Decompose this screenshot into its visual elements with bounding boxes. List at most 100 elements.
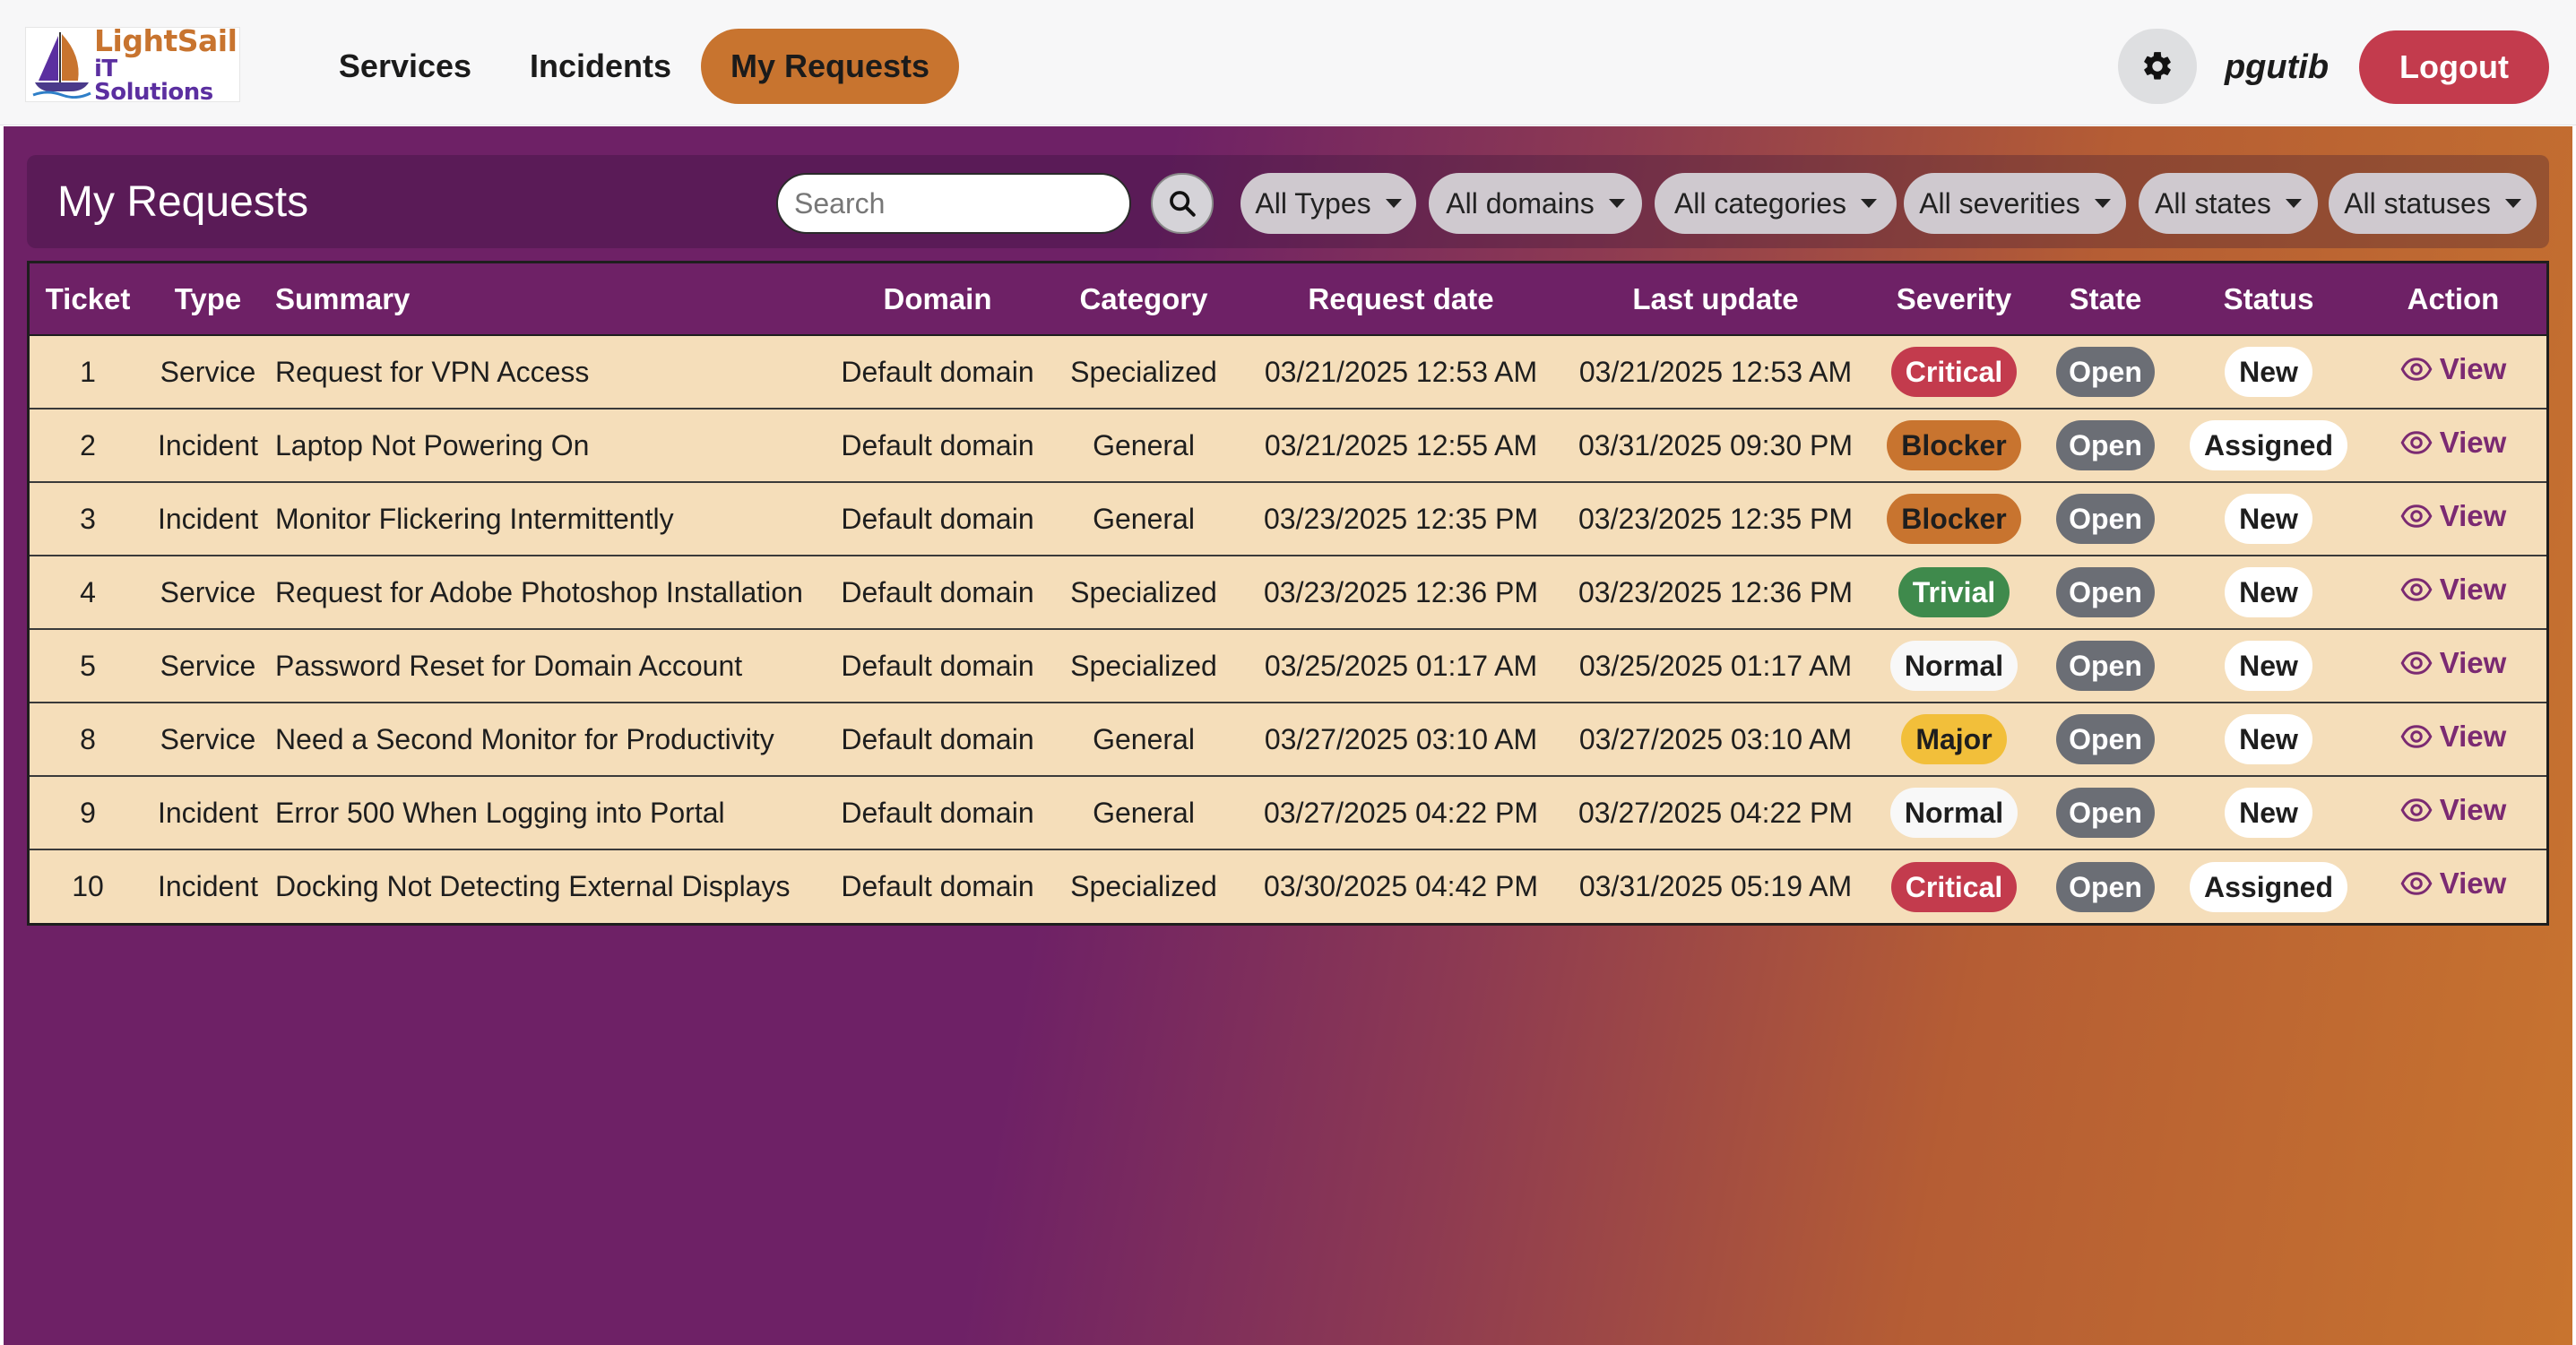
cell-ticket: 2: [30, 408, 146, 482]
view-link[interactable]: View: [2400, 866, 2506, 901]
cell-ticket: 5: [30, 628, 146, 703]
cell-action: View: [2360, 481, 2546, 556]
search-input[interactable]: [776, 173, 1131, 234]
requests-toolbar: My Requests All Types All domains All ca…: [27, 155, 2549, 248]
view-link[interactable]: View: [2400, 352, 2506, 386]
cell-summary: Monitor Flickering Intermittently: [270, 481, 833, 556]
col-header-status[interactable]: Status: [2177, 263, 2360, 336]
brand-logo[interactable]: LightSail iT Solutions: [25, 22, 240, 104]
filter-severities-dropdown[interactable]: All severities: [1904, 173, 2126, 234]
logout-button[interactable]: Logout: [2359, 30, 2549, 104]
filter-states-label: All states: [2155, 186, 2271, 220]
state-badge: Open: [2056, 347, 2155, 397]
brand-name-line1: LightSail: [94, 22, 238, 58]
filter-statuses-label: All statuses: [2344, 186, 2491, 220]
cell-summary: Error 500 When Logging into Portal: [270, 775, 833, 849]
cell-last-update: 03/23/2025 12:36 PM: [1557, 555, 1874, 629]
cell-type: Service: [146, 702, 270, 776]
top-navbar: LightSail iT Solutions Services Incident…: [0, 0, 2576, 125]
table-row[interactable]: 4 Service Request for Adobe Photoshop In…: [30, 555, 2546, 629]
cell-severity: Normal: [1874, 628, 2034, 703]
view-label: View: [2439, 645, 2507, 679]
cell-summary: Laptop Not Powering On: [270, 408, 833, 482]
filter-states-dropdown[interactable]: All states: [2139, 173, 2318, 234]
nav-my-requests[interactable]: My Requests: [701, 29, 959, 104]
eye-icon: [2400, 651, 2433, 675]
col-header-last-update[interactable]: Last update: [1557, 263, 1874, 336]
cell-action: View: [2360, 628, 2546, 703]
settings-button[interactable]: [2118, 29, 2197, 104]
col-header-request-date[interactable]: Request date: [1245, 263, 1557, 336]
search-button[interactable]: [1151, 173, 1214, 234]
col-header-state[interactable]: State: [2034, 263, 2177, 336]
caret-down-icon: [2285, 199, 2302, 208]
filter-domains-label: All domains: [1446, 186, 1595, 220]
col-header-action: Action: [2360, 263, 2546, 336]
eye-icon: [2400, 577, 2433, 601]
page-title: My Requests: [57, 177, 309, 226]
filter-types-dropdown[interactable]: All Types: [1240, 173, 1416, 234]
table-row[interactable]: 1 Service Request for VPN Access Default…: [30, 335, 2546, 409]
filter-statuses-dropdown[interactable]: All statuses: [2329, 173, 2537, 234]
eye-icon: [2400, 357, 2433, 381]
username-label: pgutib: [2224, 47, 2330, 86]
table-row[interactable]: 5 Service Password Reset for Domain Acco…: [30, 628, 2546, 703]
col-header-severity[interactable]: Severity: [1874, 263, 2034, 336]
col-header-ticket[interactable]: Ticket: [30, 263, 146, 336]
eye-icon: [2400, 430, 2433, 454]
table-row[interactable]: 8 Service Need a Second Monitor for Prod…: [30, 702, 2546, 776]
cell-type: Incident: [146, 481, 270, 556]
cell-category: Specialized: [1042, 628, 1245, 703]
cell-severity: Critical: [1874, 849, 2034, 923]
severity-badge: Critical: [1890, 861, 2018, 912]
cell-category: General: [1042, 481, 1245, 556]
cell-domain: Default domain: [833, 775, 1042, 849]
table-row[interactable]: 2 Incident Laptop Not Powering On Defaul…: [30, 408, 2546, 482]
cell-domain: Default domain: [833, 702, 1042, 776]
status-badge: New: [2225, 494, 2312, 544]
cell-ticket: 3: [30, 481, 146, 556]
cell-ticket: 4: [30, 555, 146, 629]
view-link[interactable]: View: [2400, 792, 2507, 827]
cell-request-date: 03/23/2025 12:35 PM: [1245, 481, 1557, 556]
filter-domains-dropdown[interactable]: All domains: [1429, 173, 1642, 234]
view-link[interactable]: View: [2400, 499, 2506, 533]
state-badge: Open: [2056, 861, 2155, 912]
col-header-domain[interactable]: Domain: [833, 263, 1042, 336]
caret-down-icon: [1385, 199, 1402, 208]
status-badge: New: [2225, 347, 2312, 397]
table-row[interactable]: 3 Incident Monitor Flickering Intermitte…: [30, 481, 2546, 556]
col-header-summary[interactable]: Summary: [270, 263, 833, 336]
cell-status: New: [2177, 775, 2360, 849]
severity-badge: Critical: [1890, 347, 2018, 397]
table-row[interactable]: 9 Incident Error 500 When Logging into P…: [30, 775, 2546, 849]
status-badge: New: [2225, 641, 2312, 691]
view-link[interactable]: View: [2400, 573, 2506, 607]
col-header-category[interactable]: Category: [1042, 263, 1245, 336]
cell-state: Open: [2034, 408, 2177, 482]
view-label: View: [2439, 792, 2507, 826]
status-badge: New: [2225, 714, 2312, 764]
cell-last-update: 03/31/2025 09:30 PM: [1557, 408, 1874, 482]
view-link[interactable]: View: [2400, 426, 2506, 460]
cell-request-date: 03/27/2025 03:10 AM: [1245, 702, 1557, 776]
nav-incidents[interactable]: Incidents: [520, 29, 681, 104]
view-link[interactable]: View: [2400, 720, 2506, 754]
cell-action: View: [2360, 702, 2546, 776]
cell-status: New: [2177, 481, 2360, 556]
severity-badge: Normal: [1889, 641, 2018, 691]
cell-last-update: 03/31/2025 05:19 AM: [1557, 849, 1874, 923]
table-row[interactable]: 10 Incident Docking Not Detecting Extern…: [30, 849, 2546, 923]
filter-categories-dropdown[interactable]: All categories: [1655, 173, 1897, 234]
view-link[interactable]: View: [2400, 645, 2507, 680]
nav-services[interactable]: Services: [332, 29, 479, 104]
status-badge: Assigned: [2189, 420, 2348, 470]
col-header-type[interactable]: Type: [146, 263, 270, 336]
state-badge: Open: [2056, 567, 2155, 617]
state-badge: Open: [2056, 788, 2155, 838]
cell-domain: Default domain: [833, 555, 1042, 629]
cell-severity: Major: [1874, 702, 2034, 776]
status-badge: New: [2225, 567, 2312, 617]
cell-ticket: 10: [30, 849, 146, 923]
cell-status: New: [2177, 628, 2360, 703]
